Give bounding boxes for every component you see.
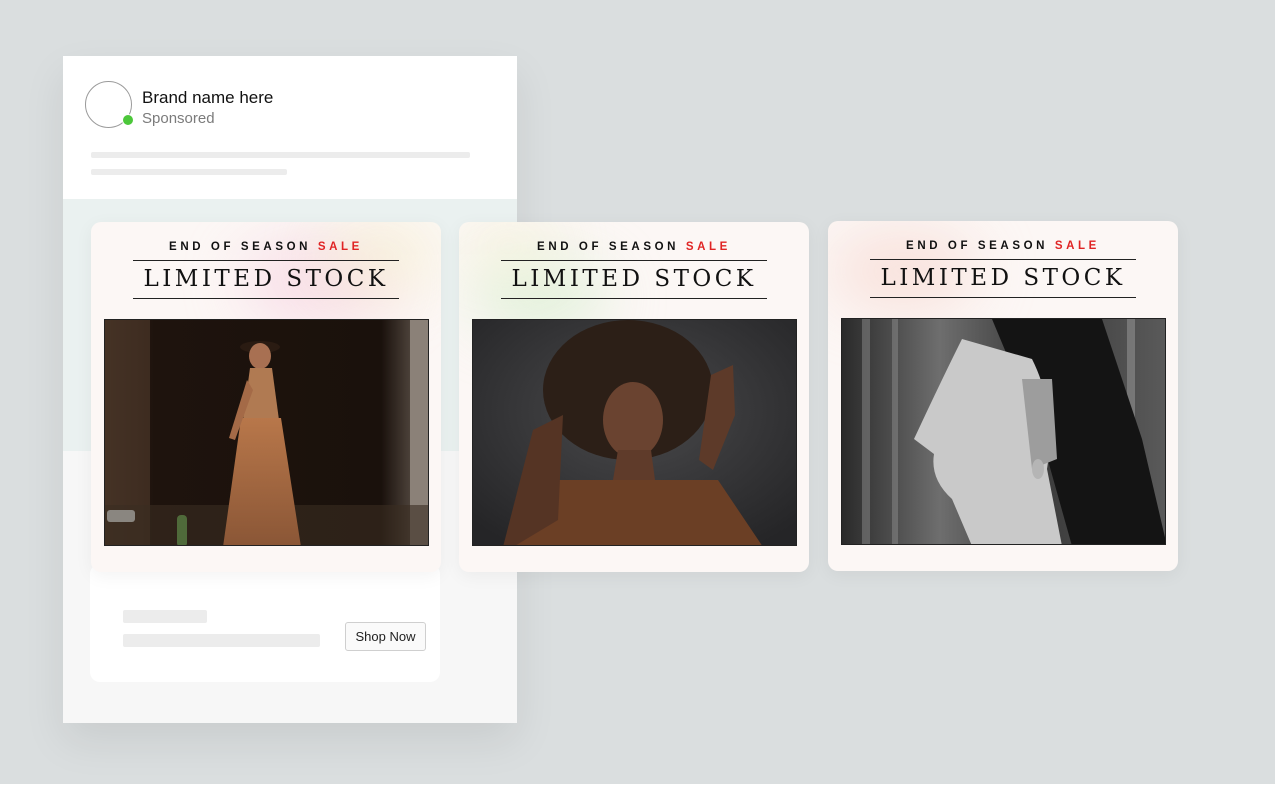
eyebrow-text: END OF SEASON SALE <box>906 240 1100 252</box>
sale-text: SALE <box>1054 240 1100 252</box>
woman-profile-bw-photo <box>841 318 1166 545</box>
sponsored-label: Sponsored <box>142 110 215 127</box>
divider <box>870 259 1136 260</box>
sale-text: SALE <box>685 241 731 253</box>
eyebrow-text: END OF SEASON SALE <box>537 241 731 253</box>
description-placeholder <box>123 634 320 647</box>
online-status-icon <box>122 114 134 126</box>
ad-card[interactable]: END OF SEASON SALE LIMITED STOCK <box>91 222 441 572</box>
shop-now-button[interactable]: Shop Now <box>345 622 426 651</box>
woman-with-afro-photo <box>472 319 797 546</box>
woman-in-floral-dress-photo <box>104 319 429 546</box>
brand-name[interactable]: Brand name here <box>142 88 273 108</box>
ad-card[interactable]: END OF SEASON SALE LIMITED STOCK <box>828 221 1178 571</box>
divider <box>501 260 767 261</box>
avatar[interactable] <box>85 81 134 128</box>
sale-text: SALE <box>317 241 363 253</box>
divider <box>870 297 1136 298</box>
headline-placeholder <box>123 610 207 623</box>
eyebrow-text: END OF SEASON SALE <box>169 241 363 253</box>
caption-placeholder-line <box>91 152 470 158</box>
post-header: Brand name here Sponsored <box>63 56 517 199</box>
divider <box>133 298 399 299</box>
caption-placeholder-line <box>91 169 287 175</box>
divider <box>501 298 767 299</box>
ad-card[interactable]: END OF SEASON SALE LIMITED STOCK <box>459 222 809 572</box>
headline: LIMITED STOCK <box>511 266 757 292</box>
divider <box>133 260 399 261</box>
headline: LIMITED STOCK <box>143 266 389 292</box>
headline: LIMITED STOCK <box>880 265 1126 291</box>
